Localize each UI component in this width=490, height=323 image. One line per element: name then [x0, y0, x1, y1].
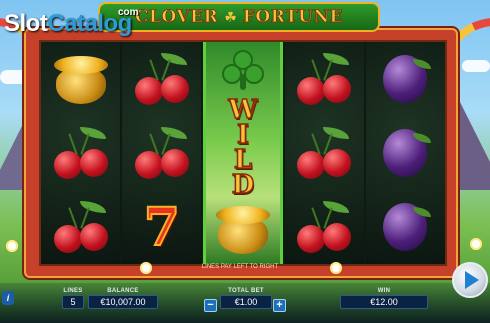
symbol-plum: [366, 190, 445, 264]
cloud: [462, 60, 490, 72]
symbol-cherries: [122, 42, 201, 116]
symbol-cherries: [122, 116, 201, 190]
win-value: €12.00: [340, 295, 428, 309]
balance-display: BALANCE €10,007.00: [88, 288, 158, 309]
total-bet-display: TOTAL BET €1.00: [220, 288, 272, 309]
logo-word-right: FORTUNE: [242, 7, 344, 28]
symbol-cherries: [285, 116, 364, 190]
wild-label: W I L D: [228, 96, 259, 200]
flower-decoration: [140, 262, 152, 274]
info-button[interactable]: i: [2, 291, 14, 305]
lines-value: 5: [62, 295, 84, 309]
spin-button[interactable]: [452, 262, 488, 298]
total-bet-value: €1.00: [220, 295, 272, 309]
flower-decoration: [470, 238, 482, 250]
symbol-pot-of-gold: [41, 42, 120, 116]
flower-decoration: [330, 262, 342, 274]
balance-value: €10,007.00: [88, 295, 158, 309]
watermark-left: Slot: [4, 10, 48, 37]
play-icon: [465, 271, 479, 289]
symbol-plum: [366, 116, 445, 190]
logo-word-left: CLOVER: [134, 7, 219, 28]
clover-icon: [221, 50, 264, 92]
wild-pot-of-gold: [214, 204, 272, 254]
slotcatalog-watermark: SlotCatalog: [4, 10, 132, 38]
symbol-cherries: [285, 190, 364, 264]
symbol-plum: [366, 42, 445, 116]
flower-decoration: [6, 240, 18, 252]
win-display: WIN €12.00: [340, 288, 428, 309]
watermark-com: com: [118, 7, 139, 18]
reel-3-wild: W I L D: [203, 42, 283, 264]
wild-letter: D: [231, 170, 255, 200]
paylines-caption: LINES PAY LEFT TO RIGHT: [201, 264, 279, 270]
decrease-bet-button[interactable]: −: [204, 299, 217, 312]
reel-1: [41, 42, 121, 264]
total-bet-label: TOTAL BET: [228, 288, 264, 294]
symbol-cherries: [285, 42, 364, 116]
reel-grid: 7 W I L D: [39, 40, 447, 266]
game-logo: CLOVER ☘ FORTUNE: [98, 2, 380, 32]
clover-icon: ☘: [224, 8, 237, 25]
lines-display: LINES 5: [62, 288, 84, 309]
symbol-cherries: [41, 116, 120, 190]
reel-2: 7: [122, 42, 202, 264]
reel-5: [365, 42, 445, 264]
win-label: WIN: [377, 288, 391, 294]
lines-label: LINES: [63, 288, 83, 294]
reel-frame: 7 W I L D: [24, 28, 458, 278]
reel-4: [284, 42, 364, 264]
symbol-cherries: [41, 190, 120, 264]
symbol-seven: 7: [143, 196, 181, 259]
control-bar: i LINES 5 BALANCE €10,007.00 − TOTAL BET…: [0, 283, 490, 323]
increase-bet-button[interactable]: +: [273, 299, 286, 312]
balance-label: BALANCE: [107, 288, 139, 294]
